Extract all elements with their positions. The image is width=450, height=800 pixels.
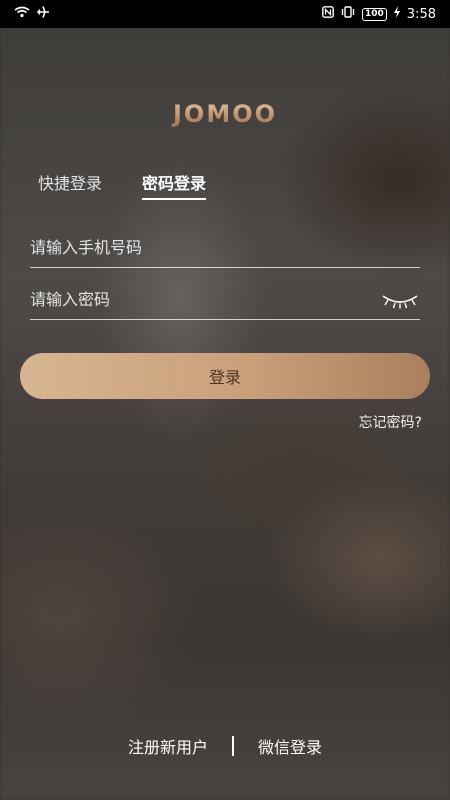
login-mode-tabs: 快捷登录 密码登录 [38,170,207,200]
status-bar: 100 3:58 [0,0,450,28]
footer-links: 注册新用户 微信登录 [0,734,450,758]
eye-closed-icon[interactable] [380,290,420,310]
battery-indicator: 100 [362,7,387,21]
wifi-icon [14,6,30,22]
login-button[interactable]: 登录 [20,353,430,399]
forgot-password-link[interactable]: 忘记密码? [359,412,422,432]
vibrate-icon [340,6,356,22]
wechat-login-link[interactable]: 微信登录 [258,734,322,758]
brand-logo: JOMOO [0,100,450,128]
charging-icon [393,6,401,22]
phone-input[interactable] [30,238,350,257]
airplane-icon [36,5,50,23]
password-field [30,280,420,320]
tab-quick-login[interactable]: 快捷登录 [38,170,102,200]
password-input[interactable] [30,290,350,309]
register-link[interactable]: 注册新用户 [128,734,208,758]
footer-divider [232,736,234,756]
nfc-icon [322,6,334,22]
clock: 3:58 [406,6,436,22]
tab-password-login[interactable]: 密码登录 [142,170,207,200]
phone-field [30,228,420,268]
